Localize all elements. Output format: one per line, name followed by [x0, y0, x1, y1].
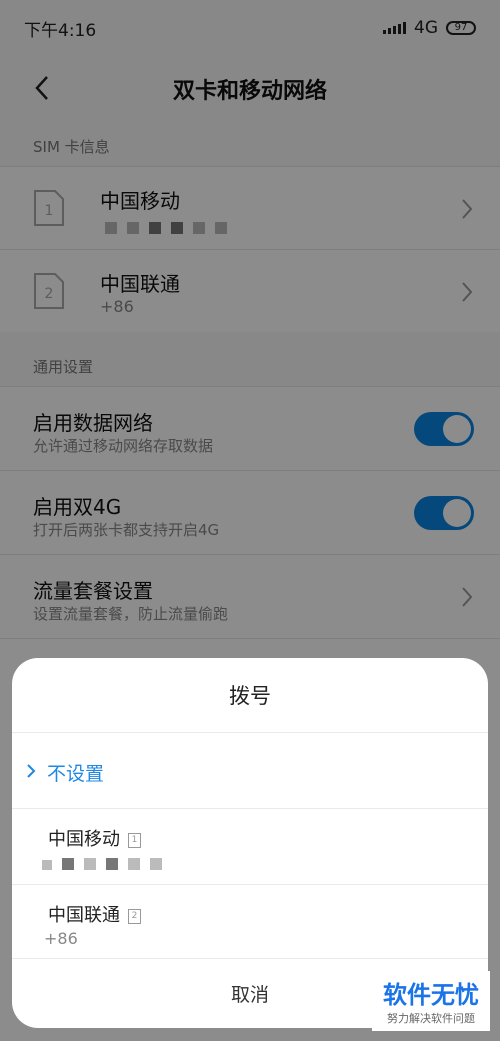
watermark-subtitle: 努力解决软件问题	[387, 1012, 475, 1025]
watermark-title: 软件无忧	[383, 981, 479, 1009]
chevron-right-icon	[27, 764, 36, 778]
sim-1-icon: 1	[128, 832, 141, 848]
sim-2-icon: 2	[128, 908, 141, 924]
watermark-logo: 软件无忧 努力解决软件问题	[372, 971, 490, 1031]
option-label: 中国移动 1	[48, 825, 141, 851]
masked-number	[42, 855, 172, 874]
option-none[interactable]: 不设置	[12, 732, 488, 808]
option-label: 中国联通 2	[48, 901, 141, 927]
option-sim-2[interactable]: 中国联通 2 +86	[12, 884, 488, 960]
option-number: +86	[44, 929, 78, 948]
option-sim-1[interactable]: 中国移动 1	[12, 808, 488, 884]
dialog-title: 拨号	[229, 684, 271, 708]
option-label: 不设置	[47, 763, 105, 785]
